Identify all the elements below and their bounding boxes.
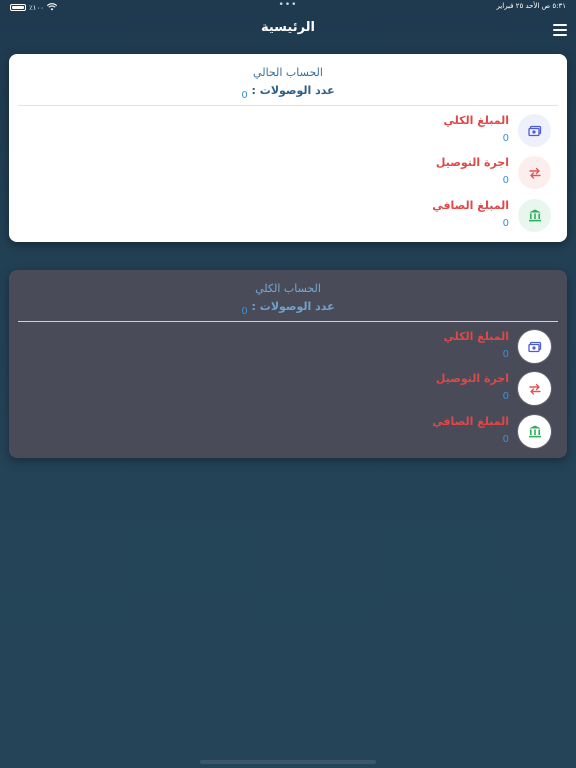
bank-icon [518,199,551,232]
wifi-icon [46,3,58,12]
current-account-card: الحساب الحالي عدد الوصولات : 0 المبلغ ال… [9,54,567,242]
row-value: 0 [502,349,509,360]
row-value: 0 [502,133,509,144]
net-amount-row: المبلغ الصافي 0 [251,415,551,455]
swap-arrows-icon [518,156,551,189]
row-label: المبلغ الكلي [443,330,509,343]
status-indicators: ٪١٠٠ [10,3,58,12]
row-value: 0 [502,218,509,229]
card-title: الحساب الحالي [253,66,323,79]
divider [18,105,558,106]
row-label: المبلغ الكلي [443,114,509,127]
delivery-fee-row: اجرة التوصيل 0 [251,372,551,412]
receipts-value: 0 [241,90,248,101]
receipts-label: عدد الوصولات : [251,84,335,97]
nav-bar: الرئيسية [0,14,576,46]
page-title: الرئيسية [260,20,316,35]
row-value: 0 [502,434,509,445]
receipts-count: عدد الوصولات : 0 [9,300,567,317]
net-amount-row: المبلغ الصافي 0 [251,199,551,239]
receipts-value: 0 [241,306,248,317]
receipts-count: عدد الوصولات : 0 [9,84,567,101]
total-account-card: الحساب الكلي عدد الوصولات : 0 المبلغ الك… [9,270,567,458]
total-amount-row: المبلغ الكلي 0 [251,330,551,370]
receipts-label: عدد الوصولات : [251,300,335,313]
money-icon [518,114,551,147]
home-indicator[interactable] [200,760,376,764]
hamburger-menu-icon[interactable] [553,24,567,36]
bank-icon [518,415,551,448]
row-label: اجرة التوصيل [435,156,509,169]
money-icon [518,330,551,363]
divider [18,321,558,322]
row-label: اجرة التوصيل [435,372,509,385]
row-value: 0 [502,391,509,402]
delivery-fee-row: اجرة التوصيل 0 [251,156,551,196]
row-label: المبلغ الصافي [432,199,509,212]
status-time-date: ٥:٣١ ص الأحد ٢٥ فبراير [496,2,566,10]
total-amount-row: المبلغ الكلي 0 [251,114,551,154]
multitask-dots[interactable]: ••• [279,0,298,10]
status-bar: ٪١٠٠ ••• ٥:٣١ ص الأحد ٢٥ فبراير [0,0,576,14]
swap-arrows-icon [518,372,551,405]
card-title: الحساب الكلي [255,282,321,295]
row-value: 0 [502,175,509,186]
battery-icon [10,4,26,11]
row-label: المبلغ الصافي [432,415,509,428]
battery-percent: ٪١٠٠ [29,3,45,12]
